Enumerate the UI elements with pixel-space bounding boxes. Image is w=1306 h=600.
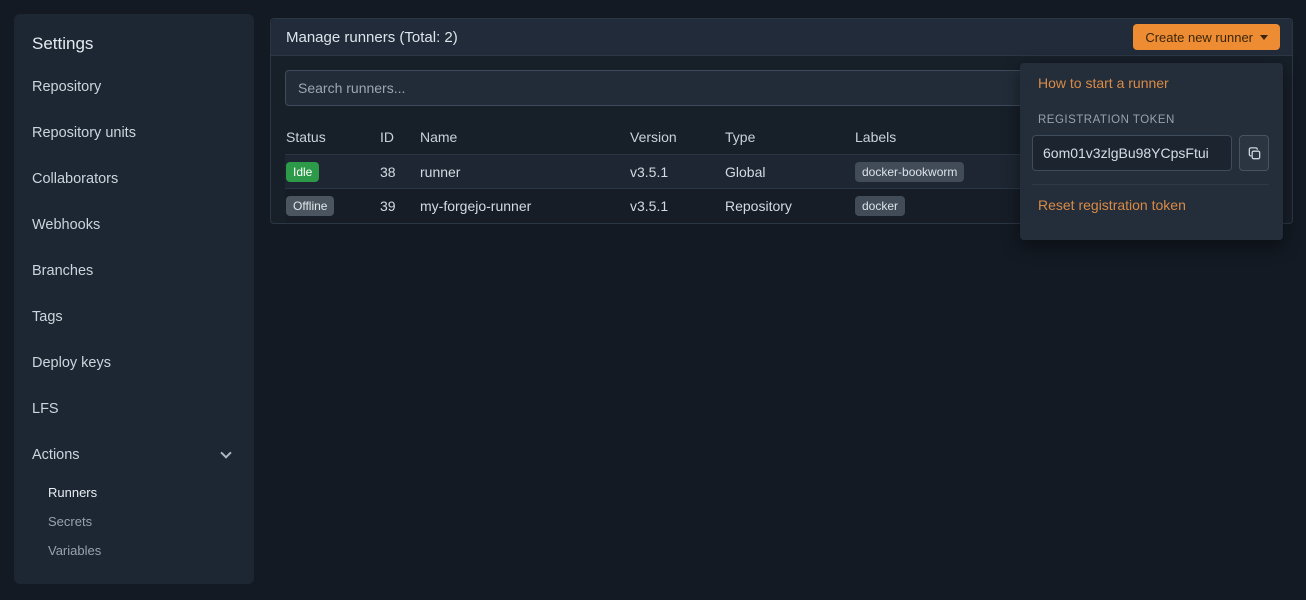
sidebar-subitem-secrets[interactable]: Secrets — [32, 507, 236, 536]
how-to-start-runner-link[interactable]: How to start a runner — [1032, 75, 1169, 91]
runner-version-cell: v3.5.1 — [630, 198, 725, 214]
column-header-type: Type — [725, 129, 855, 145]
registration-token-label: REGISTRATION TOKEN — [1038, 114, 1269, 126]
runner-name-cell: runner — [420, 164, 630, 180]
copy-token-button[interactable] — [1239, 135, 1269, 171]
sidebar-item-label: Branches — [32, 260, 93, 282]
runner-id-cell: 38 — [380, 164, 420, 180]
create-new-runner-button[interactable]: Create new runner — [1133, 24, 1280, 50]
status-badge: Offline — [286, 196, 334, 216]
sidebar-item-tags[interactable]: Tags — [32, 294, 236, 340]
sidebar-item-deploy-keys[interactable]: Deploy keys — [32, 340, 236, 386]
page-title: Manage runners (Total: 2) — [286, 29, 458, 46]
sidebar-item-repository-units[interactable]: Repository units — [32, 110, 236, 156]
panel-divider — [1032, 184, 1269, 185]
runner-label-badge: docker — [855, 196, 905, 216]
runner-type-cell: Global — [725, 164, 855, 180]
runner-id-cell: 39 — [380, 198, 420, 214]
sidebar-item-label: Collaborators — [32, 168, 118, 190]
sidebar-item-label: Repository — [32, 76, 101, 98]
sidebar-nav: Repository Repository units Collaborators W… — [32, 64, 236, 565]
sidebar-subitem-variables[interactable]: Variables — [32, 536, 236, 565]
copy-icon — [1247, 146, 1262, 161]
sidebar-item-label: Tags — [32, 306, 63, 328]
token-row — [1032, 135, 1269, 171]
sidebar-subitem-runners[interactable]: Runners — [32, 478, 236, 507]
chevron-down-icon — [1260, 35, 1268, 40]
runner-type-cell: Repository — [725, 198, 855, 214]
column-header-status: Status — [286, 129, 380, 145]
runner-name-cell: my-forgejo-runner — [420, 198, 630, 214]
runner-label-badge: docker-bookworm — [855, 162, 964, 182]
sidebar-item-branches[interactable]: Branches — [32, 248, 236, 294]
sidebar-item-label: Webhooks — [32, 214, 100, 236]
sidebar-item-label: LFS — [32, 398, 59, 420]
column-header-name: Name — [420, 129, 630, 145]
create-new-runner-label: Create new runner — [1145, 30, 1253, 45]
sidebar-item-label: Repository units — [32, 122, 136, 144]
sidebar-title: Settings — [32, 26, 236, 64]
sidebar-item-collaborators[interactable]: Collaborators — [32, 156, 236, 202]
reset-registration-token-link[interactable]: Reset registration token — [1032, 197, 1186, 213]
chevron-down-icon — [220, 447, 231, 458]
sidebar-item-webhooks[interactable]: Webhooks — [32, 202, 236, 248]
column-header-id: ID — [380, 129, 420, 145]
sidebar-item-repository[interactable]: Repository — [32, 64, 236, 110]
status-cell: Offline — [286, 196, 380, 216]
column-header-version: Version — [630, 129, 725, 145]
runner-dropdown-panel: How to start a runner REGISTRATION TOKEN… — [1020, 63, 1283, 240]
sidebar-item-label: Deploy keys — [32, 352, 111, 374]
status-badge: Idle — [286, 162, 319, 182]
panel-header: Manage runners (Total: 2) Create new run… — [271, 19, 1292, 56]
sidebar-item-label: Actions — [32, 444, 80, 466]
sidebar-item-actions[interactable]: Actions — [32, 432, 236, 478]
runner-version-cell: v3.5.1 — [630, 164, 725, 180]
settings-sidebar: Settings Repository Repository units Colla… — [14, 14, 254, 584]
registration-token-input[interactable] — [1032, 135, 1232, 171]
status-cell: Idle — [286, 162, 380, 182]
sidebar-item-lfs[interactable]: LFS — [32, 386, 236, 432]
